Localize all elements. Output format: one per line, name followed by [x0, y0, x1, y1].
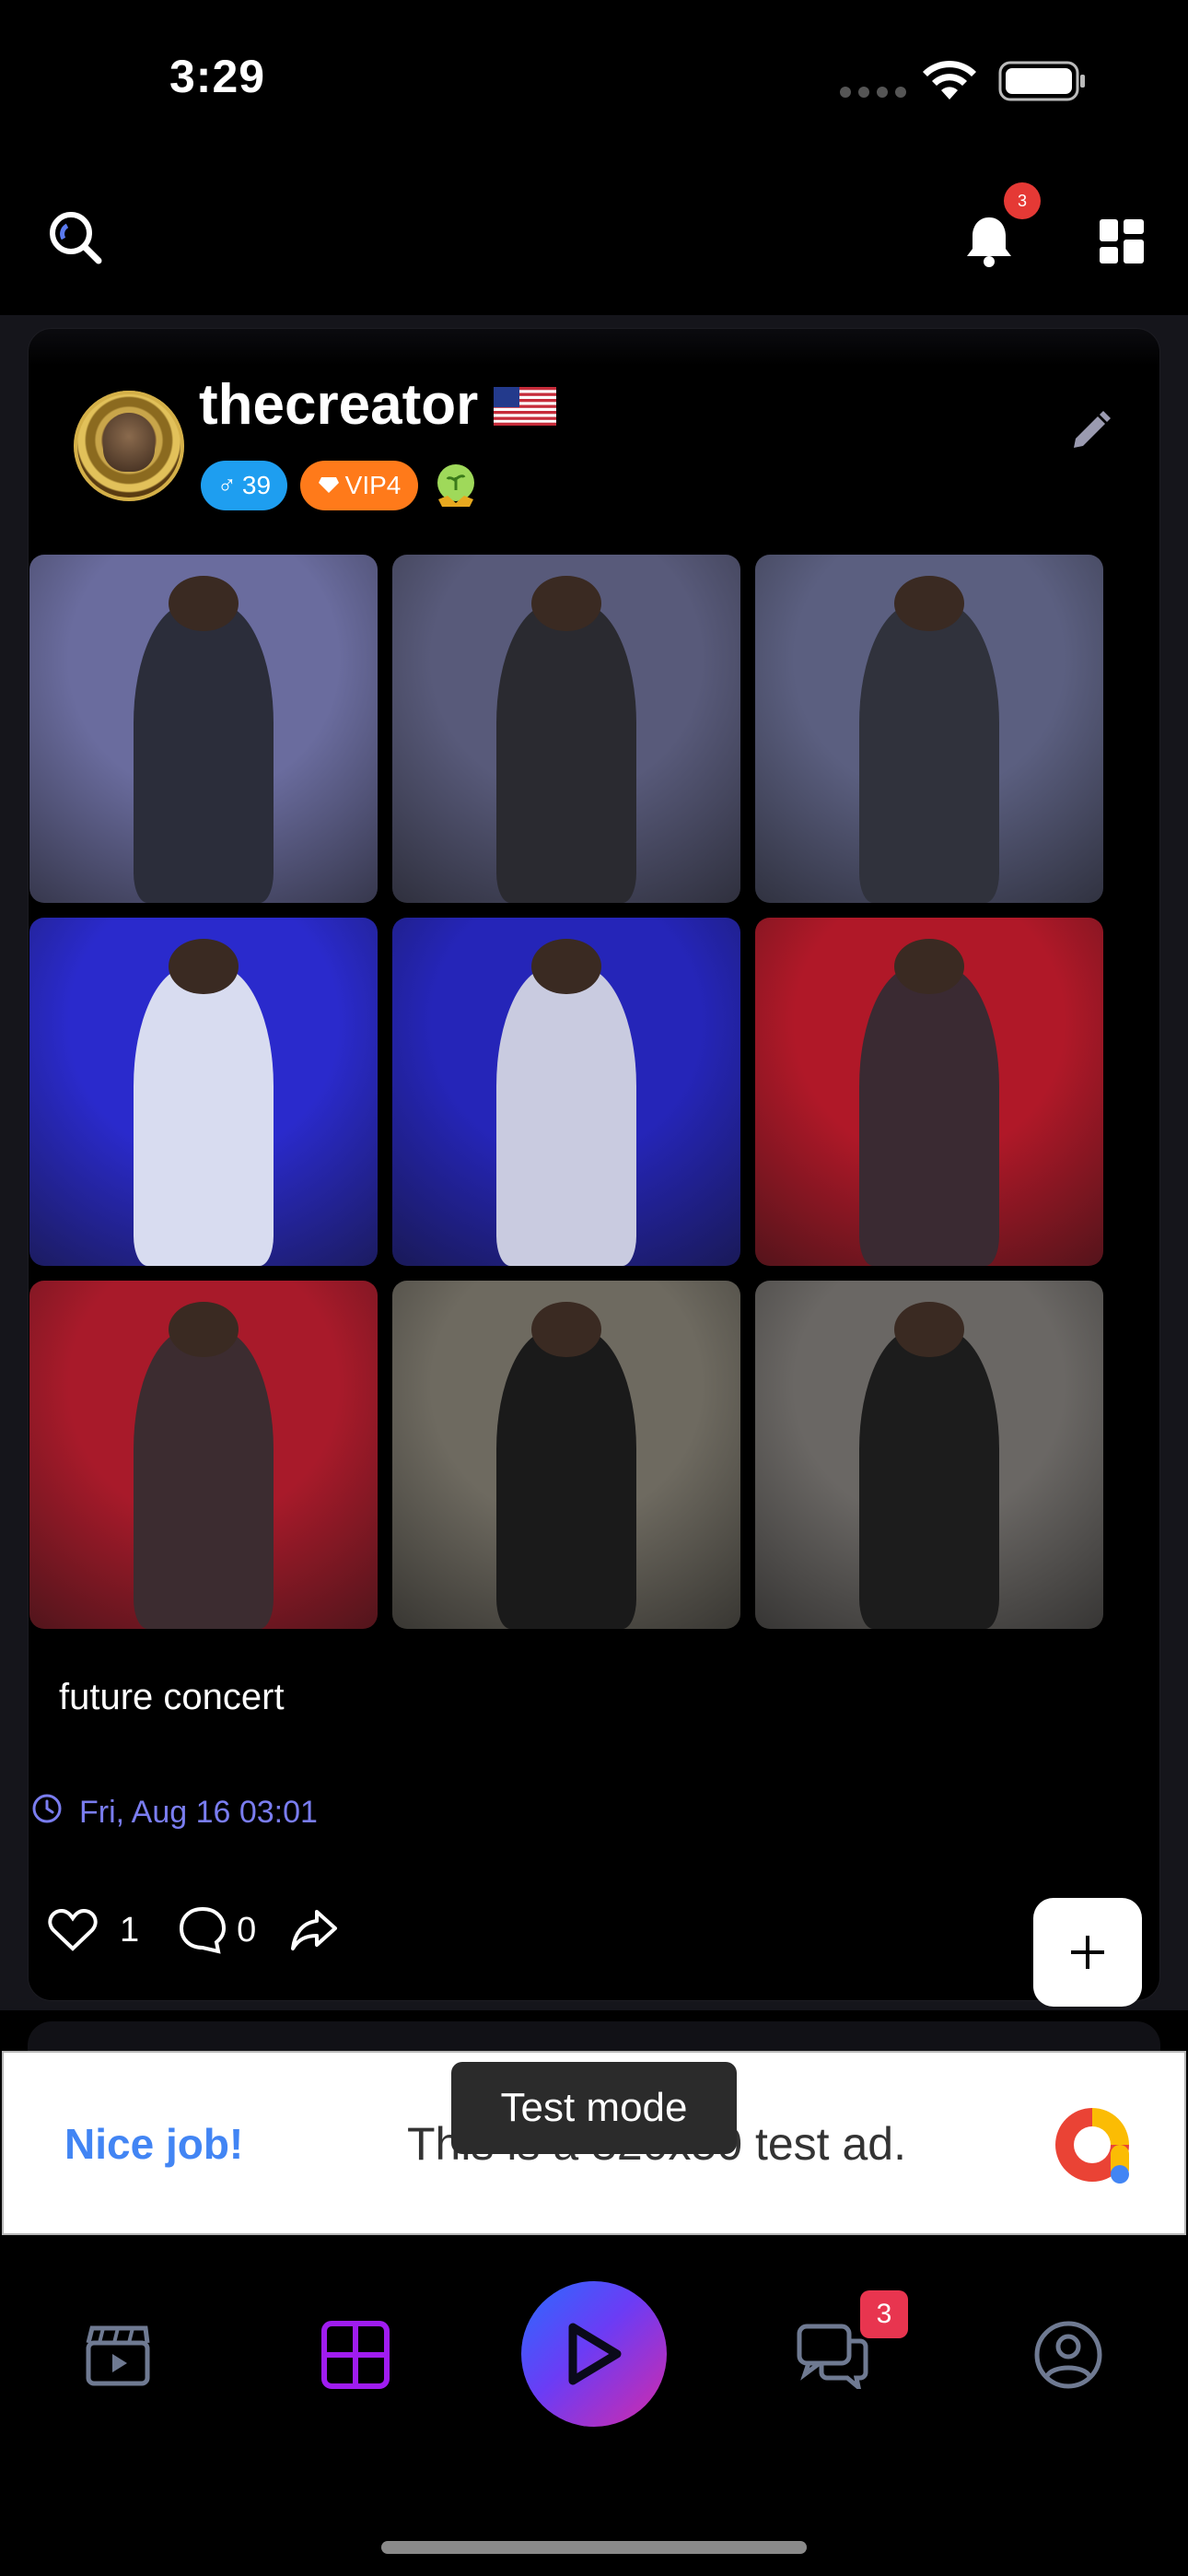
- male-icon: ♂: [216, 471, 237, 499]
- concert-photo-5[interactable]: [392, 918, 740, 1266]
- vip-badge: VIP4: [300, 461, 418, 510]
- comment-icon[interactable]: [178, 1905, 227, 1955]
- tab-messages[interactable]: [796, 2318, 869, 2392]
- performer-head: [169, 575, 239, 632]
- tab-profile[interactable]: [1031, 2318, 1105, 2392]
- performer-figure: [134, 1329, 274, 1629]
- performer-figure: [496, 1329, 636, 1629]
- wifi-icon: [921, 59, 978, 106]
- post-actions: 1 0: [48, 1898, 339, 1962]
- concert-photo-4[interactable]: [29, 918, 378, 1266]
- tab-videos[interactable]: [81, 2318, 155, 2392]
- performer-head: [894, 1301, 964, 1358]
- post-username[interactable]: thecreator: [199, 372, 478, 438]
- performer-figure: [496, 603, 636, 903]
- add-post-button[interactable]: [1033, 1898, 1142, 2007]
- concert-photo-6[interactable]: [755, 918, 1103, 1266]
- performer-head: [169, 1301, 239, 1358]
- edit-post-icon[interactable]: [1061, 402, 1120, 461]
- performer-head: [531, 938, 601, 995]
- avatar-face: [103, 413, 155, 472]
- concert-photo-7[interactable]: [29, 1281, 378, 1629]
- grid-layout-icon[interactable]: [1085, 205, 1159, 278]
- age-value: 39: [241, 471, 272, 499]
- search-icon[interactable]: [39, 201, 112, 275]
- like-icon[interactable]: [48, 1908, 98, 1952]
- performer-head: [169, 938, 239, 995]
- gender-age-badge: ♂ 39: [201, 461, 287, 510]
- timestamp-text: Fri, Aug 16 03:01: [79, 1795, 318, 1830]
- ad-logo-icon: [1046, 2099, 1138, 2191]
- performer-figure: [134, 603, 274, 903]
- performer-figure: [859, 966, 999, 1266]
- share-icon[interactable]: [289, 1908, 339, 1952]
- test-mode-toast: Test mode: [451, 2062, 737, 2154]
- concert-photo-8[interactable]: [392, 1281, 740, 1629]
- performer-head: [894, 575, 964, 632]
- performer-head: [894, 938, 964, 995]
- sprout-badge-icon: [429, 459, 483, 512]
- ad-headline[interactable]: Nice job!: [64, 2119, 243, 2169]
- post-timestamp: Fri, Aug 16 03:01: [31, 1793, 318, 1832]
- post-caption: future concert: [59, 1677, 285, 1717]
- performer-head: [531, 1301, 601, 1358]
- home-indicator: [381, 2541, 807, 2554]
- concert-photo-2[interactable]: [392, 555, 740, 903]
- battery-icon: [998, 61, 1087, 106]
- status-time: 3:29: [169, 51, 266, 102]
- messages-badge: 3: [860, 2290, 908, 2338]
- performer-figure: [496, 966, 636, 1266]
- photo-grid: [29, 555, 1107, 1633]
- notification-badge: 3: [1004, 182, 1041, 219]
- concert-photo-9[interactable]: [755, 1281, 1103, 1629]
- comment-count: 0: [237, 1910, 257, 1950]
- performer-figure: [134, 966, 274, 1266]
- diamond-icon: [318, 471, 340, 500]
- us-flag-icon: [494, 387, 556, 426]
- performer-figure: [859, 1329, 999, 1629]
- concert-photo-1[interactable]: [29, 555, 378, 903]
- clock-icon: [31, 1793, 63, 1832]
- performer-figure: [859, 603, 999, 903]
- tab-play[interactable]: [521, 2281, 667, 2427]
- vip-label: VIP4: [344, 471, 402, 499]
- performer-head: [531, 575, 601, 632]
- tab-feed[interactable]: [319, 2318, 392, 2392]
- concert-photo-3[interactable]: [755, 555, 1103, 903]
- signal-icon: [840, 85, 906, 104]
- like-count: 1: [120, 1910, 140, 1950]
